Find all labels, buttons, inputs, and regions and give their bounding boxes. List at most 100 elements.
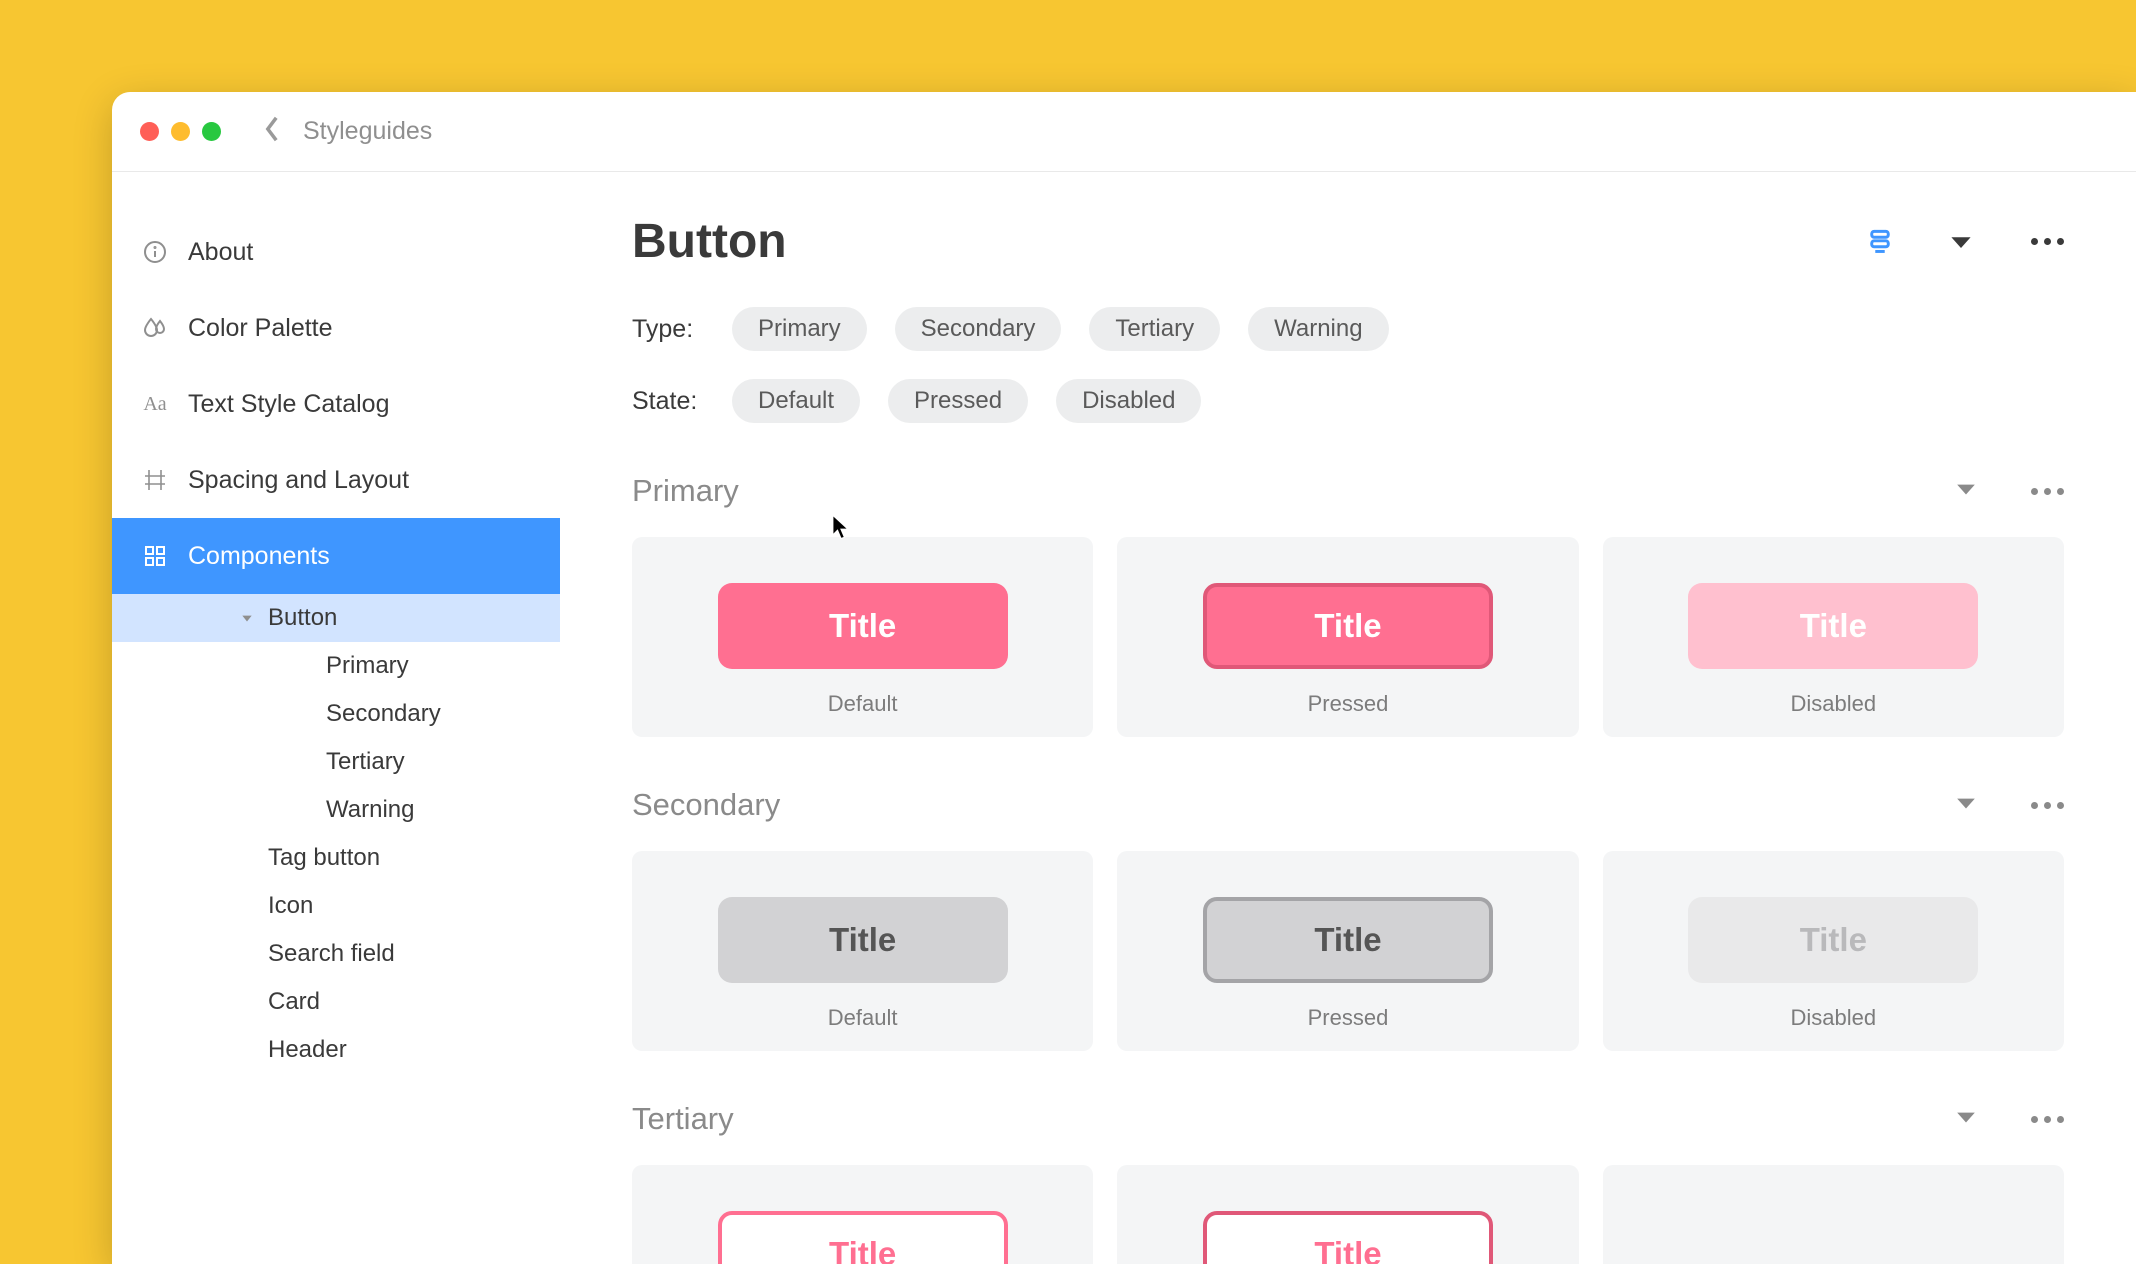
variant-label: Pressed (1308, 691, 1389, 717)
subnav-item-tag-button[interactable]: Tag button (112, 834, 560, 882)
subnav-label: Button (268, 604, 337, 632)
subnav-item-primary[interactable]: Primary (112, 642, 560, 690)
minimize-window-button[interactable] (171, 122, 190, 141)
droplet-icon (142, 315, 168, 341)
sidebar: About Color Palette Aa Text Style Catalo… (112, 172, 560, 1264)
typography-icon: Aa (142, 391, 168, 417)
subnav-label: Search field (268, 940, 395, 968)
variant-card: Title Default (632, 851, 1093, 1051)
section-title: Tertiary (632, 1101, 734, 1137)
filter-row-type: Type: Primary Secondary Tertiary Warning (632, 307, 2064, 351)
subnav-label: Tag button (268, 844, 380, 872)
section-header: Secondary (632, 787, 2064, 823)
section-dropdown-icon[interactable] (1955, 796, 1977, 815)
subnav-label: Card (268, 988, 320, 1016)
more-menu-icon[interactable] (2031, 238, 2064, 245)
section-more-icon[interactable] (2031, 802, 2064, 809)
subnav-item-tertiary[interactable]: Tertiary (112, 738, 560, 786)
header-actions (1869, 229, 2064, 255)
sidebar-item-about[interactable]: About (112, 214, 560, 290)
subnav-label: Header (268, 1036, 347, 1064)
sample-button[interactable]: Title (718, 583, 1008, 669)
variant-card: Title Default (632, 537, 1093, 737)
disclosure-triangle-icon (240, 604, 254, 632)
subnav-item-search-field[interactable]: Search field (112, 930, 560, 978)
subnav-label: Primary (326, 652, 409, 680)
info-icon (142, 239, 168, 265)
breadcrumb[interactable]: Styleguides (303, 117, 432, 146)
pill-type-primary[interactable]: Primary (732, 307, 867, 351)
variant-card (1603, 1165, 2064, 1264)
subnav-item-card[interactable]: Card (112, 978, 560, 1026)
stack-view-icon[interactable] (1869, 229, 1891, 255)
body: About Color Palette Aa Text Style Catalo… (112, 172, 2136, 1264)
sample-button[interactable]: Title (1688, 583, 1978, 669)
sample-button[interactable]: Title (718, 1211, 1008, 1264)
components-subnav: Button Primary Secondary Tertiary Warnin… (112, 594, 560, 1074)
maximize-window-button[interactable] (202, 122, 221, 141)
back-chevron-icon[interactable] (263, 115, 281, 148)
pill-state-pressed[interactable]: Pressed (888, 379, 1028, 423)
spacing-icon (142, 467, 168, 493)
section-dropdown-icon[interactable] (1955, 1110, 1977, 1129)
section-primary: Primary Title Default (632, 473, 2064, 737)
section-tertiary: Tertiary Title Title (632, 1101, 2064, 1264)
subnav-item-header[interactable]: Header (112, 1026, 560, 1074)
pill-state-default[interactable]: Default (732, 379, 860, 423)
section-more-icon[interactable] (2031, 488, 2064, 495)
page-header: Button (632, 214, 2064, 269)
subnav-label: Secondary (326, 700, 441, 728)
sample-button[interactable]: Title (1203, 1211, 1493, 1264)
main-content: Button Type: Primary Se (560, 172, 2136, 1264)
section-secondary: Secondary Title Default (632, 787, 2064, 1051)
pill-state-disabled[interactable]: Disabled (1056, 379, 1201, 423)
window-controls (140, 122, 221, 141)
subnav-label: Warning (326, 796, 414, 824)
variant-card: Title (1117, 1165, 1578, 1264)
subnav-label: Tertiary (326, 748, 405, 776)
subnav-item-button[interactable]: Button (112, 594, 560, 642)
filter-label-state: State: (632, 387, 704, 416)
grid-icon (142, 543, 168, 569)
pill-type-tertiary[interactable]: Tertiary (1089, 307, 1220, 351)
sample-button[interactable]: Title (1203, 583, 1493, 669)
sidebar-item-components[interactable]: Components (112, 518, 560, 594)
variant-label: Default (828, 1005, 898, 1031)
section-header: Tertiary (632, 1101, 2064, 1137)
sidebar-item-label: About (188, 238, 253, 267)
variant-label: Disabled (1791, 691, 1877, 717)
variant-card: Title (632, 1165, 1093, 1264)
sidebar-item-spacing[interactable]: Spacing and Layout (112, 442, 560, 518)
filter-label-type: Type: (632, 315, 704, 344)
sample-button[interactable]: Title (1203, 897, 1493, 983)
titlebar: Styleguides (112, 92, 2136, 172)
sidebar-item-label: Color Palette (188, 314, 333, 343)
sidebar-item-label: Components (188, 542, 330, 571)
variant-card: Title Pressed (1117, 851, 1578, 1051)
variant-label: Pressed (1308, 1005, 1389, 1031)
section-header: Primary (632, 473, 2064, 509)
section-dropdown-icon[interactable] (1955, 482, 1977, 501)
subnav-item-secondary[interactable]: Secondary (112, 690, 560, 738)
sample-button[interactable]: Title (718, 897, 1008, 983)
subnav-item-warning[interactable]: Warning (112, 786, 560, 834)
dropdown-caret-icon[interactable] (1949, 234, 1973, 250)
app-window: Styleguides About Color Palette Aa Text … (112, 92, 2136, 1264)
close-window-button[interactable] (140, 122, 159, 141)
page-title: Button (632, 214, 787, 269)
section-title: Primary (632, 473, 739, 509)
variant-card: Title Disabled (1603, 851, 2064, 1051)
sidebar-item-color-palette[interactable]: Color Palette (112, 290, 560, 366)
sidebar-item-label: Spacing and Layout (188, 466, 409, 495)
sample-button[interactable]: Title (1688, 897, 1978, 983)
pill-type-warning[interactable]: Warning (1248, 307, 1388, 351)
subnav-item-icon[interactable]: Icon (112, 882, 560, 930)
sidebar-item-label: Text Style Catalog (188, 390, 390, 419)
filter-rows: Type: Primary Secondary Tertiary Warning… (632, 307, 2064, 423)
pill-type-secondary[interactable]: Secondary (895, 307, 1062, 351)
subnav-label: Icon (268, 892, 313, 920)
variant-card: Title Disabled (1603, 537, 2064, 737)
sidebar-item-text-style[interactable]: Aa Text Style Catalog (112, 366, 560, 442)
variant-label: Disabled (1791, 1005, 1877, 1031)
section-more-icon[interactable] (2031, 1116, 2064, 1123)
